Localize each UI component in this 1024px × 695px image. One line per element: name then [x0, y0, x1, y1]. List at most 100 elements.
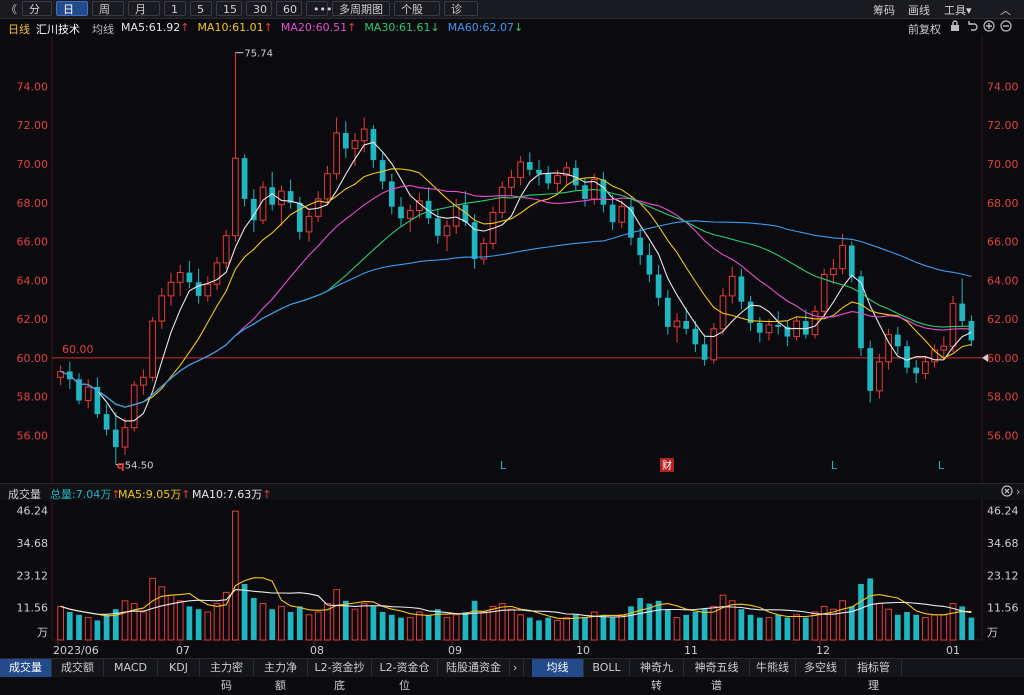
- volume-bar: [259, 603, 267, 641]
- indicator-tab-13[interactable]: 牛熊线: [750, 659, 796, 677]
- period-button-7[interactable]: 30分: [246, 1, 272, 31]
- period-button-11[interactable]: 个股资料: [394, 1, 440, 31]
- indicator-tab-14[interactable]: 多空线: [796, 659, 846, 677]
- volume-bar: [250, 598, 257, 640]
- volume-bar: [305, 614, 313, 641]
- price-tick-right-7: 60.00: [987, 352, 1019, 365]
- earnings-marker[interactable]: 财: [662, 459, 672, 472]
- volume-chart[interactable]: 46.24 46.24 34.68 34.68 23.12 23.12 11.56 11.56…: [0, 500, 1024, 658]
- price-chart[interactable]: 74.00 72.00 70.00 68.00 66.00 64.00 62.00 60.00…: [0, 36, 1024, 482]
- indicator-tab-0[interactable]: 成交量: [0, 659, 52, 677]
- candle-body: [600, 179, 607, 205]
- close-volume-icon[interactable]: [1001, 485, 1013, 500]
- period-button-1[interactable]: 日线: [56, 1, 88, 31]
- candle-body: [609, 204, 616, 223]
- indicator-tab-15[interactable]: 指标管理: [846, 659, 902, 692]
- tools-button[interactable]: 工具▾: [944, 2, 972, 18]
- indicator-tab-2[interactable]: MACD: [104, 659, 158, 677]
- ma-arrow-0: ↑: [180, 21, 190, 34]
- price-tick-left-3: 68.00: [17, 197, 49, 210]
- ma-value-2: MA20:60.51↑: [280, 21, 357, 34]
- candle-body: [398, 206, 404, 219]
- date-label-5: 11: [684, 644, 698, 657]
- candle-body: [434, 218, 441, 236]
- period-button-5[interactable]: 5分: [190, 1, 212, 31]
- period-button-9[interactable]: •••: [306, 1, 332, 16]
- period-button-10[interactable]: 多周期图 ⌄: [332, 1, 390, 31]
- period-button-3[interactable]: 月线: [128, 1, 160, 31]
- indicator-tab-1[interactable]: 成交额: [52, 659, 104, 677]
- price-tick-right-4: 66.00: [987, 236, 1019, 249]
- period-button-6[interactable]: 15分: [216, 1, 242, 31]
- volume-bar: [600, 614, 607, 640]
- candle-body: [176, 272, 184, 283]
- indicator-tab-4[interactable]: 主力密码: [200, 659, 254, 692]
- indicator-tab-11[interactable]: 神奇九转: [630, 659, 684, 692]
- period-button-2[interactable]: 周线: [92, 1, 124, 31]
- volume-bar: [121, 600, 129, 641]
- candle-body: [526, 162, 533, 170]
- candle-body: [618, 206, 626, 223]
- volume-bar: [913, 614, 920, 640]
- indicator-tab-5[interactable]: 主力净额: [254, 659, 308, 692]
- event-marker-0[interactable]: L: [500, 459, 507, 472]
- period-button-4[interactable]: 1分: [164, 1, 186, 31]
- event-marker-3[interactable]: L: [938, 459, 945, 472]
- candle-body: [554, 175, 561, 184]
- indicator-tab-8[interactable]: 陆股通资金: [438, 659, 510, 677]
- candle-body: [517, 161, 524, 179]
- volume-header: 成交量 总量:7.04万↑ MA5:9.05万↑ MA10:7.63万↑ ›: [0, 483, 1024, 501]
- candle-body: [112, 429, 119, 448]
- tabs-scroll-icon[interactable]: ›: [510, 659, 524, 677]
- lock-icon[interactable]: [950, 20, 960, 35]
- indicator-tab-7[interactable]: L2-资金仓位: [372, 659, 438, 692]
- volume-bar: [683, 614, 690, 640]
- volume-bar: [839, 600, 846, 641]
- period-button-12[interactable]: 诊股: [444, 1, 478, 31]
- zoom-out-icon[interactable]: [1000, 20, 1012, 35]
- volume-bar: [388, 614, 395, 640]
- volume-bar: [103, 614, 110, 640]
- period-button-8[interactable]: 60分: [276, 1, 302, 31]
- volume-bar: [876, 603, 883, 641]
- indicator-tab-10[interactable]: BOLL: [584, 659, 630, 677]
- candle-body: [637, 237, 644, 256]
- indicator-tab-6[interactable]: L2-资金抄底: [308, 659, 372, 692]
- candle-body: [728, 275, 736, 297]
- candle-body: [904, 346, 910, 368]
- volume-bar: [360, 603, 368, 641]
- volume-bar: [232, 510, 239, 641]
- avg-label[interactable]: 均线: [92, 21, 114, 37]
- back-icon[interactable]: 《: [6, 1, 17, 17]
- volume-bar: [664, 609, 671, 640]
- q-marker[interactable]: q: [117, 459, 125, 472]
- price-tick-right-2: 70.00: [987, 158, 1019, 171]
- volume-bar: [213, 603, 221, 641]
- volume-bar: [296, 606, 303, 640]
- settings-icon[interactable]: ›: [1016, 485, 1020, 498]
- price-tick-left-9: 56.00: [17, 429, 49, 442]
- volume-bar: [563, 617, 570, 641]
- volume-bar: [747, 614, 754, 640]
- volume-bar: [498, 603, 506, 641]
- indicator-tab-3[interactable]: KDJ: [158, 659, 200, 677]
- drawing-button[interactable]: 画线: [908, 2, 930, 18]
- volume-bar: [940, 614, 948, 641]
- candle-body: [406, 210, 414, 219]
- indicator-tab-12[interactable]: 神奇五线谱: [684, 659, 750, 692]
- adjust-mode[interactable]: 前复权: [908, 21, 941, 37]
- undo-icon[interactable]: [966, 20, 978, 35]
- price-tick-left-1: 72.00: [17, 119, 49, 132]
- volume-tick-left-4: 万: [37, 626, 48, 639]
- collapse-icon[interactable]: ︿: [1000, 2, 1011, 18]
- volume-bar: [241, 584, 248, 640]
- ma-value-0: MA5:61.92↑: [121, 21, 190, 34]
- chip-distribution-button[interactable]: 筹码: [873, 2, 895, 18]
- zoom-in-icon[interactable]: [983, 20, 995, 35]
- indicator-tab-9[interactable]: 均线: [532, 659, 584, 677]
- volume-tick-left-0: 46.24: [17, 505, 49, 518]
- candle-body: [545, 173, 552, 184]
- event-marker-2[interactable]: L: [831, 459, 838, 472]
- period-button-0[interactable]: 分时: [22, 1, 52, 31]
- volume-bar: [756, 617, 763, 640]
